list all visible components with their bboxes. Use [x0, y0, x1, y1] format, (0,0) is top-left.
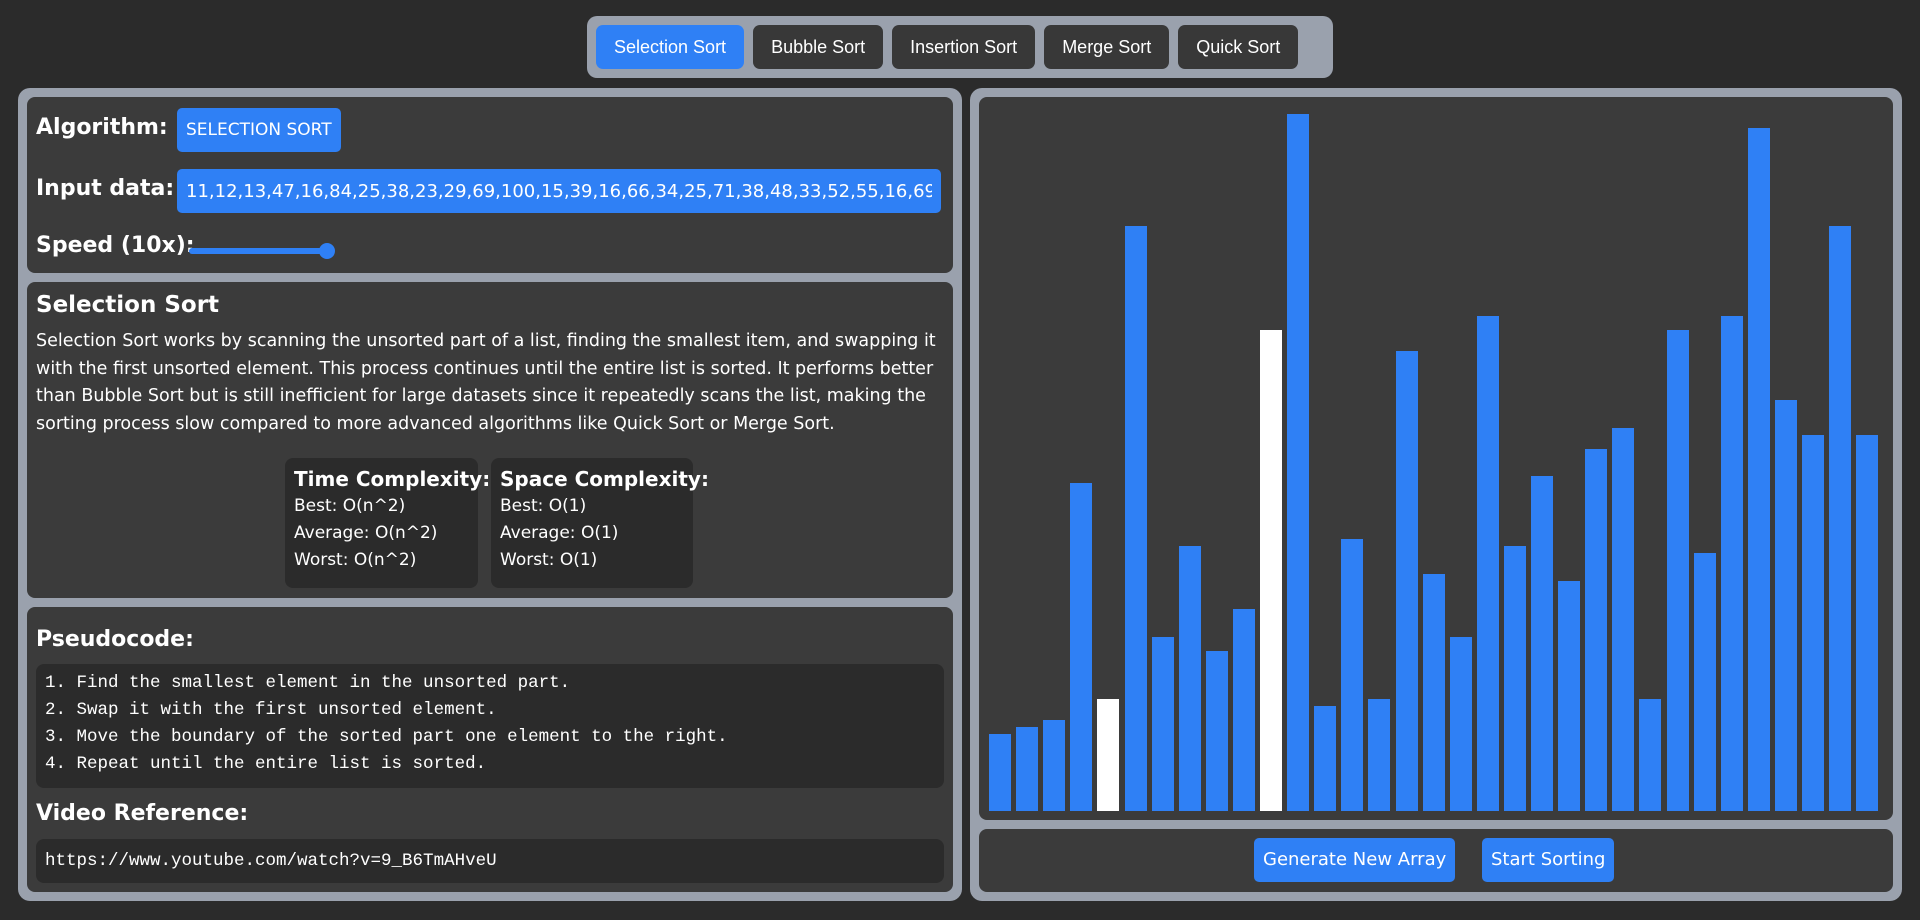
space-worst: Worst: O(1) — [500, 550, 598, 570]
right-column: Generate New Array Start Sorting — [970, 88, 1902, 901]
array-bar — [1232, 608, 1255, 811]
input-data-field[interactable] — [177, 169, 941, 213]
speed-label: Speed (10x): — [36, 233, 195, 258]
generate-new-array-button[interactable]: Generate New Array — [1254, 838, 1456, 882]
array-bar — [1666, 330, 1689, 811]
array-bar — [1151, 636, 1174, 811]
tab-insertion-sort[interactable]: Insertion Sort — [892, 25, 1036, 69]
array-bar — [1585, 448, 1608, 811]
time-complexity-title: Time Complexity: — [294, 467, 491, 491]
tab-merge-sort[interactable]: Merge Sort — [1044, 25, 1170, 69]
array-bar — [1829, 225, 1852, 811]
algorithm-title: Selection Sort — [36, 292, 220, 318]
start-sorting-button[interactable]: Start Sorting — [1482, 838, 1615, 882]
tab-bubble-sort[interactable]: Bubble Sort — [753, 25, 884, 69]
space-complexity-title: Space Complexity: — [500, 467, 709, 491]
array-bar — [1124, 225, 1147, 811]
space-average: Average: O(1) — [500, 523, 619, 543]
array-bar — [1178, 546, 1201, 811]
algorithm-tabs: Selection Sort Bubble Sort Insertion Sor… — [587, 16, 1333, 78]
algorithm-info-panel: Selection Sort Selection Sort works by s… — [27, 282, 953, 598]
input-data-label: Input data: — [36, 176, 175, 201]
controls-panel: Algorithm: SELECTION SORT Input data: Sp… — [27, 97, 953, 273]
pseudocode-line: 2. Swap it with the first unsorted eleme… — [45, 700, 497, 720]
array-bar — [1097, 699, 1120, 811]
array-bar — [1260, 330, 1282, 811]
array-bar — [1341, 539, 1364, 811]
algorithm-label: Algorithm: — [36, 115, 168, 140]
tab-selection-sort[interactable]: Selection Sort — [596, 25, 745, 69]
bars-container — [979, 97, 1893, 820]
time-complexity-box: Time Complexity: Best: O(n^2) Average: O… — [285, 458, 491, 588]
left-column: Algorithm: SELECTION SORT Input data: Sp… — [18, 88, 962, 901]
video-reference-title: Video Reference: — [36, 801, 249, 826]
array-bar — [1558, 580, 1581, 811]
pseudocode-line: 3. Move the boundary of the sorted part … — [45, 727, 728, 747]
array-bar — [1802, 434, 1824, 811]
array-bar — [1287, 114, 1310, 811]
array-bar — [1070, 483, 1093, 811]
array-bar — [1774, 399, 1797, 811]
array-bar — [1720, 316, 1743, 811]
pseudocode-line: 1. Find the smallest element in the unso… — [45, 673, 571, 693]
space-best: Best: O(1) — [500, 496, 587, 516]
tab-quick-sort[interactable]: Quick Sort — [1178, 25, 1299, 69]
algorithm-badge: SELECTION SORT — [177, 108, 341, 152]
array-bar — [989, 734, 1011, 811]
array-bar — [1612, 427, 1635, 811]
time-best: Best: O(n^2) — [294, 496, 406, 516]
video-reference-url[interactable]: https://www.youtube.com/watch?v=9_B6TmAH… — [36, 839, 944, 883]
speed-slider-thumb[interactable] — [319, 243, 335, 259]
speed-slider-track[interactable] — [189, 248, 327, 254]
pseudocode-block: 1. Find the smallest element in the unso… — [36, 664, 944, 788]
pseudocode-panel: Pseudocode: 1. Find the smallest element… — [27, 607, 953, 892]
array-bar — [1395, 350, 1418, 811]
array-bar — [1205, 650, 1228, 811]
array-bar — [1476, 316, 1499, 811]
sort-visualizer — [979, 97, 1893, 820]
pseudocode-title: Pseudocode: — [36, 627, 194, 652]
time-worst: Worst: O(n^2) — [294, 550, 417, 570]
array-bar — [1016, 727, 1039, 811]
array-bar — [1449, 636, 1472, 811]
array-bar — [1531, 476, 1553, 811]
array-bar — [1422, 574, 1445, 811]
pseudocode-line: 4. Repeat until the entire list is sorte… — [45, 754, 487, 774]
algorithm-description: Selection Sort works by scanning the uns… — [36, 331, 936, 434]
array-bar — [1856, 434, 1879, 811]
array-bar — [1693, 553, 1716, 811]
array-bar — [1314, 706, 1337, 811]
array-bar — [1503, 546, 1526, 811]
time-average: Average: O(n^2) — [294, 523, 438, 543]
array-bar — [1639, 699, 1662, 811]
array-bar — [1747, 127, 1770, 811]
space-complexity-box: Space Complexity: Best: O(1) Average: O(… — [491, 458, 709, 588]
array-bar — [1368, 699, 1391, 811]
array-bar — [1043, 720, 1066, 811]
action-bar: Generate New Array Start Sorting — [979, 829, 1893, 892]
